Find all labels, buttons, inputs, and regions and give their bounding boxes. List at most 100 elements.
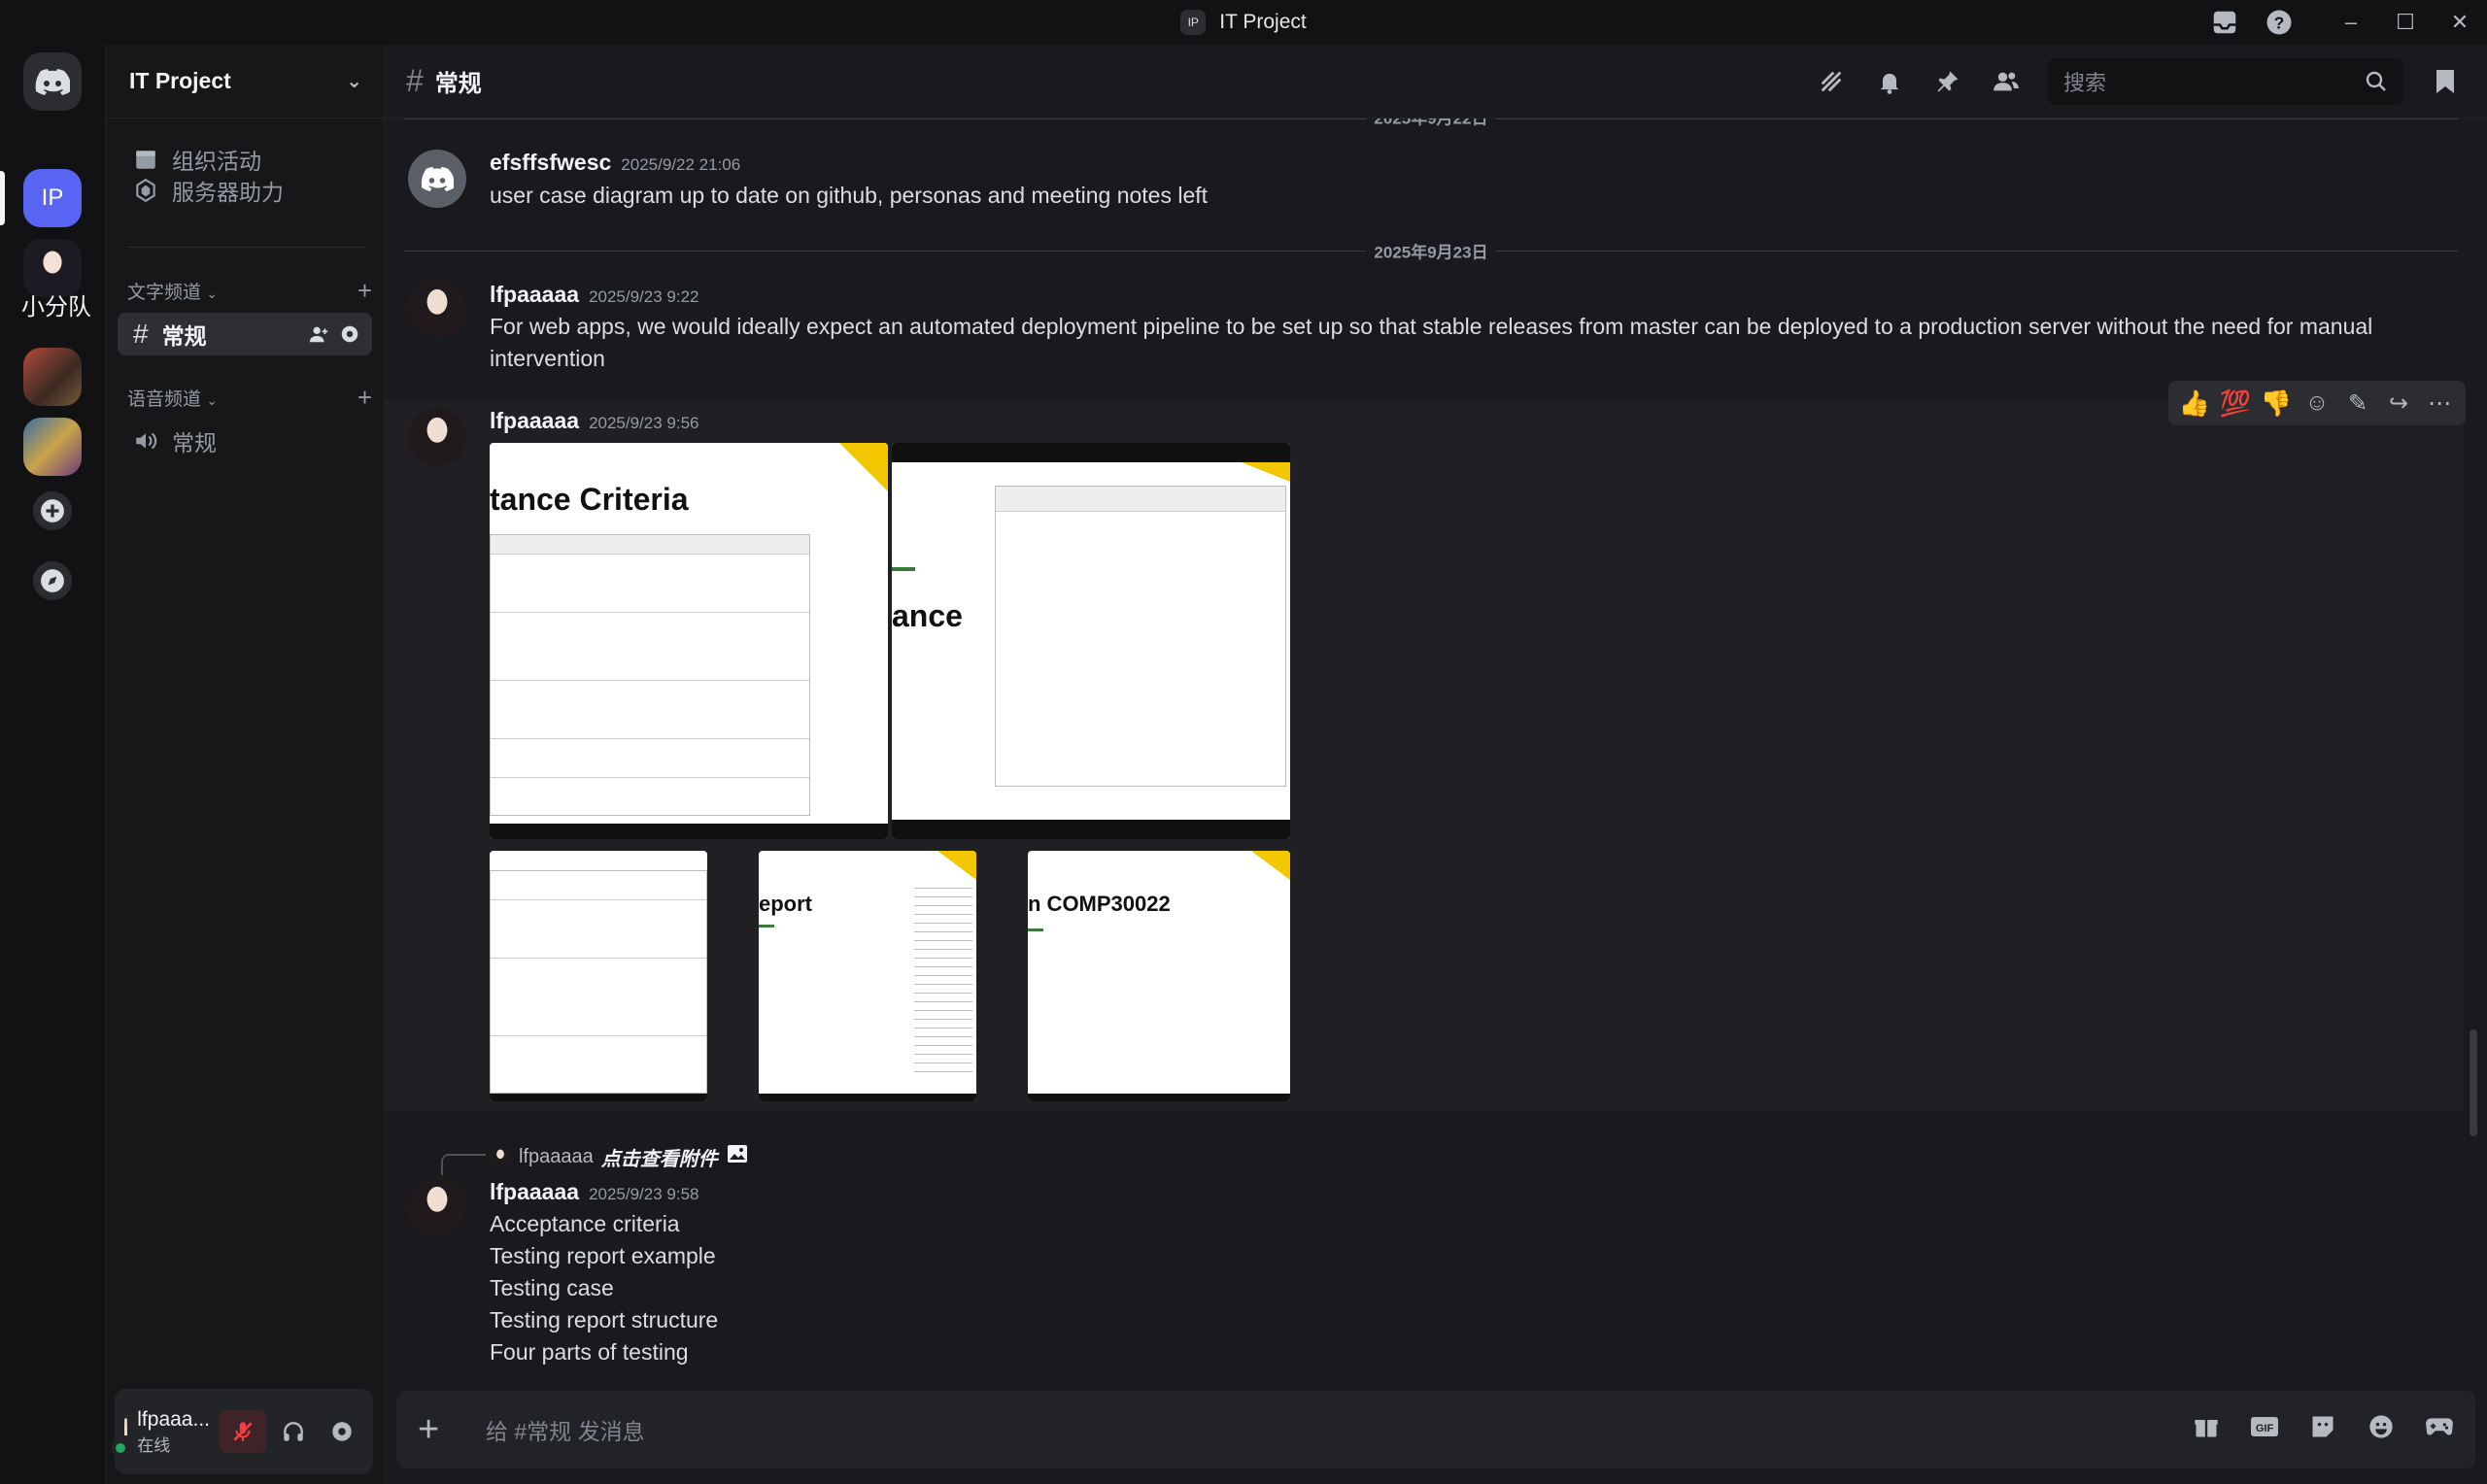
add-reaction-icon[interactable]: ☺ xyxy=(2300,389,2334,417)
server-header[interactable]: IT Project ⌄ xyxy=(106,45,384,118)
search-placeholder: 搜索 xyxy=(2063,71,2107,95)
add-attachment-icon[interactable]: + xyxy=(418,1409,466,1451)
invite-icon[interactable] xyxy=(308,323,329,345)
message-actions-bar: 👍 💯 👎 ☺ ✎ ↪ ⋯ xyxy=(2168,381,2466,425)
user-name: lfpaaa... xyxy=(137,1407,210,1431)
speaker-icon xyxy=(136,432,157,450)
boost-icon xyxy=(136,178,155,203)
user-status: 在线 xyxy=(137,1435,171,1455)
category-voice-channels[interactable]: 语音频道 ⌄ + xyxy=(127,383,372,413)
sidebar-item-label: 服务器助力 xyxy=(172,180,284,205)
category-label: 文字频道 xyxy=(127,283,202,303)
server-avatar-photo[interactable] xyxy=(23,348,82,406)
slide-table xyxy=(490,870,707,1094)
forward-icon[interactable]: ↪ xyxy=(2382,389,2415,418)
reply-preview[interactable]: lfpaaaaa 点击查看附件 xyxy=(490,1142,749,1171)
message-timestamp: 2025/9/23 9:56 xyxy=(589,414,699,432)
slide-title: eport xyxy=(759,892,812,916)
server-it-project[interactable]: IP xyxy=(23,169,82,227)
date-label: 2025年9月22日 xyxy=(1366,118,1496,129)
add-channel-icon[interactable]: + xyxy=(358,276,372,306)
attachment-image[interactable]: eport xyxy=(759,851,976,1101)
slide-bottom-bar xyxy=(490,1094,707,1101)
user-panel: lfpaaa... 在线 xyxy=(112,1389,373,1474)
apps-gamepad-icon[interactable] xyxy=(2423,1410,2456,1443)
attachment-image[interactable]: tance Criteria xyxy=(490,443,888,839)
attachment-image[interactable]: ance xyxy=(892,443,1290,839)
gif-icon[interactable]: GIF xyxy=(2248,1410,2281,1443)
category-label: 语音频道 xyxy=(127,389,202,410)
sticker-icon[interactable] xyxy=(2306,1410,2339,1443)
message-list[interactable]: 2025年9月22日 efsffsfwesc2025/9/22 21:06 us… xyxy=(385,118,2487,1381)
attachment-image[interactable]: n COMP30022 xyxy=(1028,851,1290,1101)
gift-icon[interactable] xyxy=(2190,1410,2223,1443)
discord-home-icon[interactable] xyxy=(23,52,82,111)
gear-icon[interactable] xyxy=(339,323,360,345)
threads-icon[interactable] xyxy=(1815,65,1848,98)
reply-author: lfpaaaaa xyxy=(519,1145,594,1167)
message-author[interactable]: lfpaaaaa 2025/9/23 9:22 xyxy=(490,282,699,308)
message-timestamp: 2025/9/22 21:06 xyxy=(621,155,741,174)
message-author[interactable]: lfpaaaaa 2025/9/23 9:56 xyxy=(490,408,699,434)
maximize-icon[interactable]: ☐ xyxy=(2378,0,2433,45)
message-author[interactable]: lfpaaaaa 2025/9/23 9:58 xyxy=(490,1179,699,1205)
sidebar-item-general-text[interactable]: # 常规 xyxy=(118,313,372,355)
minimize-icon[interactable]: – xyxy=(2324,0,2378,45)
message-text-line: Testing case xyxy=(490,1275,614,1300)
sidebar-item-general-voice[interactable]: 常规 xyxy=(118,420,372,462)
user-settings-gear-icon[interactable] xyxy=(321,1410,363,1453)
svg-text:GIF: GIF xyxy=(2256,1423,2274,1434)
slide-bottom-bar xyxy=(1028,1094,1290,1101)
chevron-down-icon: ⌄ xyxy=(206,392,219,408)
inbox-icon[interactable] xyxy=(2197,0,2252,45)
hash-icon: # xyxy=(133,319,149,349)
avatar[interactable] xyxy=(408,150,466,208)
active-server-indicator xyxy=(0,171,5,225)
discover-icon[interactable] xyxy=(33,561,72,600)
category-text-channels[interactable]: 文字频道 ⌄ + xyxy=(127,276,372,306)
thumbs-up-reaction[interactable]: 👍 xyxy=(2178,388,2211,419)
edit-icon[interactable]: ✎ xyxy=(2341,389,2374,418)
slide-bottom-bar xyxy=(892,820,1290,839)
image-icon xyxy=(726,1142,749,1171)
close-icon[interactable]: ✕ xyxy=(2433,0,2487,45)
mute-mic-icon[interactable] xyxy=(220,1410,266,1453)
server-name: IT Project xyxy=(129,68,231,93)
help-icon[interactable]: ? xyxy=(2252,0,2306,45)
slide-corner-decoration xyxy=(1251,851,1290,880)
add-server-icon[interactable] xyxy=(33,491,72,530)
more-icon[interactable]: ⋯ xyxy=(2423,389,2456,418)
hundred-reaction[interactable]: 💯 xyxy=(2219,388,2252,419)
message-text-line: Testing report structure xyxy=(490,1307,719,1332)
sidebar-item-label: 常规 xyxy=(172,430,217,455)
server-badge: IP xyxy=(1180,10,1207,35)
sidebar-item-boosts[interactable]: 服务器助力 xyxy=(118,169,372,212)
avatar[interactable] xyxy=(408,280,466,338)
channel-title: 常规 xyxy=(434,71,482,97)
avatar[interactable] xyxy=(408,1177,466,1235)
message-author[interactable]: efsffsfwesc 2025/9/22 21:06 xyxy=(490,150,740,176)
pin-icon[interactable] xyxy=(1931,65,1964,98)
server-avatar-art[interactable] xyxy=(23,418,82,476)
members-icon[interactable] xyxy=(1990,65,2023,98)
add-channel-icon[interactable]: + xyxy=(358,383,372,413)
emoji-icon[interactable] xyxy=(2365,1410,2398,1443)
inbox-bookmark-icon[interactable] xyxy=(2429,65,2462,98)
headphones-icon[interactable] xyxy=(272,1410,315,1453)
date-divider: 2025年9月23日 xyxy=(404,238,2458,263)
avatar[interactable] xyxy=(112,1408,130,1457)
bell-icon[interactable] xyxy=(1873,65,1906,98)
slide-corner-decoration xyxy=(937,851,976,880)
slide-corner-decoration xyxy=(839,443,888,491)
server-folder-label[interactable]: 小分队 xyxy=(21,287,105,321)
message-composer[interactable]: + 给 #常规 发消息 GIF xyxy=(396,1391,2475,1468)
chevron-down-icon: ⌄ xyxy=(346,71,362,92)
avatar[interactable] xyxy=(408,408,466,466)
thumbs-down-reaction[interactable]: 👎 xyxy=(2260,388,2293,419)
date-divider: 2025年9月22日 xyxy=(404,118,2458,129)
message-text-line: Testing report example xyxy=(490,1243,716,1268)
title-bar: IP IT Project ? – ☐ ✕ xyxy=(0,0,2487,45)
scrollbar[interactable] xyxy=(2470,1029,2477,1136)
attachment-image[interactable] xyxy=(490,851,707,1101)
search-input[interactable]: 搜索 xyxy=(2048,58,2403,105)
